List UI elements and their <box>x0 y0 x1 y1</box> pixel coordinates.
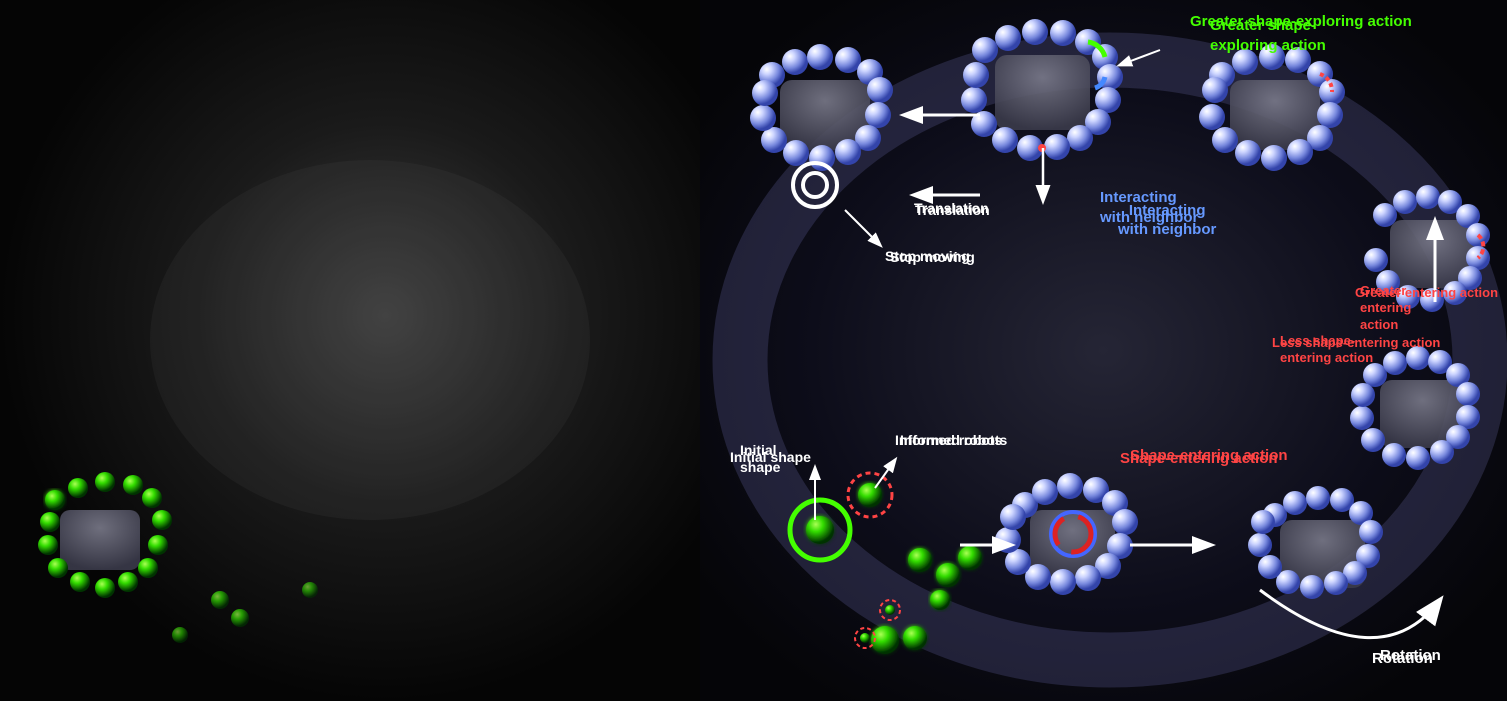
svg-text:with neighbor: with neighbor <box>1099 209 1198 226</box>
svg-text:Initial: Initial <box>740 442 777 458</box>
svg-text:Stop moving: Stop moving <box>890 249 975 265</box>
label-translation: Translation <box>914 200 989 216</box>
label-informed-robots: Informed robots <box>895 432 1002 448</box>
svg-text:Shape-entering action: Shape-entering action <box>1130 447 1288 464</box>
left-simulation-panel <box>0 0 700 701</box>
svg-text:entering action: entering action <box>1280 350 1373 365</box>
svg-text:Interacting: Interacting <box>1100 189 1177 206</box>
svg-text:Rotation: Rotation <box>1380 647 1441 664</box>
right-diagram-panel: Greater shape- exploring action Interact… <box>700 0 1507 701</box>
svg-text:shape: shape <box>740 459 781 475</box>
svg-text:Greater: Greater <box>1360 283 1406 298</box>
svg-text:Less shape-: Less shape- <box>1280 333 1355 348</box>
svg-text:entering: entering <box>1360 300 1411 315</box>
label-greater-shape-exploring: Greater shape-exploring action <box>1190 12 1412 32</box>
svg-text:Informed robots: Informed robots <box>900 432 1008 448</box>
svg-text:action: action <box>1360 317 1398 332</box>
label-initial-shape: Initial shape <box>730 448 811 466</box>
svg-text:Translation: Translation <box>915 202 990 218</box>
label-less-shape-entering: Less shape-entering action <box>1272 335 1440 352</box>
label-interacting-with-neighbor: Interactingwith neighbor <box>1118 202 1216 240</box>
label-greater-entering: Greater entering action <box>1355 285 1498 302</box>
label-stop-moving: Stop moving <box>885 248 970 264</box>
svg-text:exploring action: exploring action <box>1210 37 1326 54</box>
label-rotation: Rotation <box>1372 650 1433 667</box>
svg-text:Greater shape-: Greater shape- <box>1210 17 1316 34</box>
label-shape-entering-action: Shape-entering action <box>1120 450 1278 467</box>
